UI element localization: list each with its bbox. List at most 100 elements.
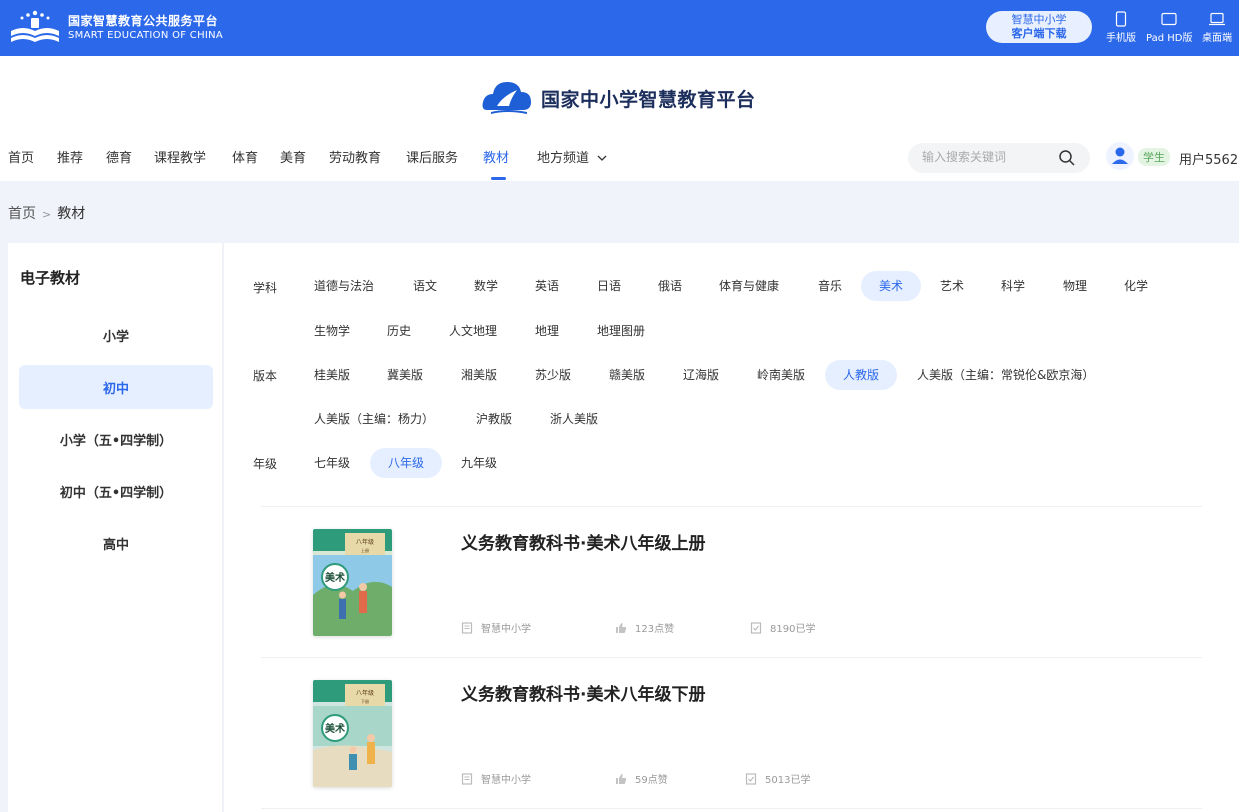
- nav-recommend[interactable]: 推荐: [57, 147, 83, 166]
- edition-chip[interactable]: 桂美版: [296, 360, 368, 390]
- edition-chip[interactable]: 苏少版: [517, 360, 589, 390]
- learned-icon: [750, 621, 762, 634]
- document-icon: [461, 621, 473, 634]
- breadcrumb-separator: >: [42, 208, 52, 221]
- nav-after-school[interactable]: 课后服务: [406, 147, 458, 166]
- edition-chip[interactable]: 岭南美版: [739, 360, 823, 390]
- textbook-sidebar: 电子教材 小学 初中 小学（五•四学制） 初中（五•四学制） 高中: [8, 243, 223, 812]
- edition-chip[interactable]: 冀美版: [369, 360, 441, 390]
- thumbs-up-icon: [616, 622, 627, 633]
- subject-chip[interactable]: 英语: [517, 271, 577, 301]
- edition-chip[interactable]: 人美版（主编：常锐伦&欧京海）: [899, 360, 1112, 390]
- username[interactable]: 用户5562: [1179, 149, 1238, 168]
- learned-icon: [745, 772, 757, 785]
- cover-subject-text: 美术: [325, 571, 345, 584]
- subject-chip[interactable]: 地理图册: [579, 316, 663, 346]
- nav-sports[interactable]: 体育: [232, 147, 258, 166]
- search-input[interactable]: [922, 150, 1052, 164]
- desktop-label: 桌面端: [1202, 33, 1232, 44]
- list-divider: [261, 506, 1202, 507]
- edition-chip[interactable]: 人美版（主编：杨力）: [296, 404, 452, 434]
- nav-local-channel[interactable]: 地方频道: [537, 147, 607, 166]
- site-header: 国家中小学智慧教育平台 首页 推荐 德育 课程教学 体育 美育 劳动教育 课后服…: [0, 56, 1239, 181]
- breadcrumb-current: 教材: [57, 206, 86, 222]
- nav-moral[interactable]: 德育: [106, 147, 132, 166]
- subject-chip[interactable]: 历史: [369, 316, 429, 346]
- book-publisher: 智慧中小学: [461, 620, 531, 635]
- edition-chip[interactable]: 湘美版: [443, 360, 515, 390]
- subject-chip[interactable]: 音乐: [800, 271, 860, 301]
- brand[interactable]: 国家智慧教育公共服务平台 SMART EDUCATION OF CHINA: [68, 13, 223, 42]
- publisher-text: 智慧中小学: [481, 775, 531, 786]
- nav-home[interactable]: 首页: [8, 147, 34, 166]
- subject-chip[interactable]: 科学: [983, 271, 1043, 301]
- mobile-label: 手机版: [1106, 33, 1136, 44]
- subject-chip[interactable]: 体育与健康: [701, 271, 797, 301]
- subject-chip[interactable]: 艺术: [922, 271, 982, 301]
- subject-chip[interactable]: 人文地理: [431, 316, 515, 346]
- subject-chip[interactable]: 道德与法治: [296, 271, 392, 301]
- breadcrumb-home[interactable]: 首页: [8, 206, 36, 222]
- sidebar-item-junior-54[interactable]: 初中（五•四学制）: [19, 469, 213, 513]
- subject-chip[interactable]: 物理: [1045, 271, 1105, 301]
- book-cover[interactable]: 八年级 下册 美术: [313, 680, 392, 787]
- textbook-main-panel: 学科 道德与法治 语文 数学 英语 日语 俄语 体育与健康 音乐 美术 艺术 科…: [224, 243, 1239, 812]
- book-learned: 5013已学: [745, 771, 810, 786]
- subject-chip-active[interactable]: 美术: [861, 271, 922, 301]
- list-divider: [261, 808, 1202, 809]
- sidebar-item-senior[interactable]: 高中: [19, 521, 213, 565]
- subject-chip[interactable]: 语文: [395, 271, 455, 301]
- book-title[interactable]: 义务教育教科书·美术八年级下册: [461, 680, 705, 705]
- subject-chip[interactable]: 数学: [456, 271, 516, 301]
- user-avatar-icon[interactable]: [1106, 142, 1134, 170]
- subject-chip[interactable]: 地理: [517, 316, 577, 346]
- grade-chip-active[interactable]: 八年级: [370, 448, 443, 478]
- cover-grade-text: 八年级: [356, 689, 374, 697]
- edition-label: 版本: [253, 369, 278, 383]
- subject-chip[interactable]: 俄语: [640, 271, 700, 301]
- subject-chip[interactable]: 日语: [579, 271, 639, 301]
- edition-chip[interactable]: 沪教版: [458, 404, 530, 434]
- client-download-button[interactable]: 智慧中小学 客户端下载: [986, 11, 1092, 43]
- cover-grade-text: 八年级: [356, 538, 374, 546]
- pad-version-link[interactable]: Pad HD版: [1146, 11, 1192, 44]
- nav-labor[interactable]: 劳动教育: [329, 147, 381, 166]
- brand-name-en: SMART EDUCATION OF CHINA: [68, 30, 224, 41]
- edition-chip[interactable]: 赣美版: [591, 360, 663, 390]
- tablet-icon: [1161, 12, 1177, 26]
- sidebar-item-primary[interactable]: 小学: [19, 313, 213, 357]
- book-publisher: 智慧中小学: [461, 771, 531, 786]
- subject-chip[interactable]: 化学: [1106, 271, 1166, 301]
- subject-chip[interactable]: 生物学: [296, 316, 368, 346]
- grade-chip[interactable]: 七年级: [296, 448, 368, 478]
- smart-education-logo-icon[interactable]: [9, 9, 61, 45]
- nav-courses[interactable]: 课程教学: [154, 147, 206, 166]
- active-nav-indicator: [491, 177, 506, 180]
- nav-aesthetics[interactable]: 美育: [280, 147, 306, 166]
- mobile-version-link[interactable]: 手机版: [1106, 11, 1136, 44]
- grade-label: 年级: [253, 457, 278, 471]
- chevron-down-icon: [597, 155, 607, 161]
- sidebar-item-junior[interactable]: 初中: [19, 365, 213, 409]
- edition-chip-active[interactable]: 人教版: [825, 360, 898, 390]
- pad-label: Pad HD版: [1146, 33, 1193, 44]
- desktop-version-link[interactable]: 桌面端: [1202, 11, 1232, 44]
- book-cover-image: 八年级 下册 美术: [313, 680, 392, 787]
- grade-chip[interactable]: 九年级: [443, 448, 515, 478]
- nav-textbooks[interactable]: 教材: [483, 147, 509, 166]
- learned-text: 5013已学: [765, 775, 811, 786]
- sidebar-item-primary-54[interactable]: 小学（五•四学制）: [19, 417, 213, 461]
- phone-icon: [1115, 11, 1127, 27]
- edition-chip[interactable]: 辽海版: [665, 360, 737, 390]
- cover-term-text: 上册: [361, 547, 369, 553]
- book-cover[interactable]: 八年级 上册 美术: [313, 529, 392, 636]
- book-likes: 123点赞: [615, 620, 674, 635]
- role-badge: 学生: [1138, 148, 1170, 166]
- edition-chip[interactable]: 浙人美版: [532, 404, 616, 434]
- search-icon[interactable]: [1058, 149, 1076, 167]
- site-logo-icon[interactable]: [481, 76, 533, 120]
- download-line1: 智慧中小学: [1011, 13, 1067, 26]
- book-title[interactable]: 义务教育教科书·美术八年级上册: [461, 529, 705, 554]
- brand-name-cn: 国家智慧教育公共服务平台: [68, 14, 219, 28]
- likes-text: 123点赞: [635, 624, 675, 635]
